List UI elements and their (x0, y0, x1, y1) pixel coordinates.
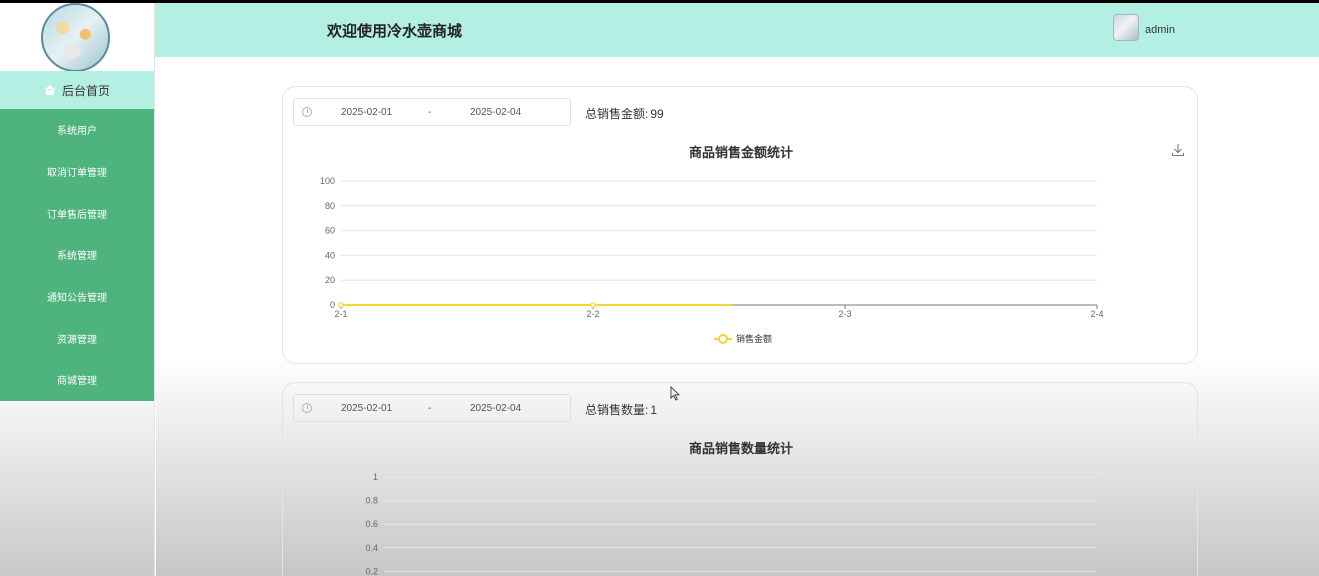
y-tick-label: 20 (325, 275, 335, 285)
y-tick-label: 1 (373, 472, 378, 482)
sidebar-item-resources[interactable]: 资源管理 (0, 317, 154, 359)
sidebar-item-announcements[interactable]: 通知公告管理 (0, 276, 154, 318)
sidebar: 后台首页 系统用户 取消订单管理 订单售后管理 系统管理 通知公告管理 资源管理… (0, 3, 155, 576)
sidebar-item-label: 资源管理 (57, 334, 97, 346)
top-header: 欢迎使用冷水壶商城 admin (155, 3, 1319, 57)
sales-amount-chart: 0204060801002-1 2-2 2-3 2-4销售金额 (320, 176, 1104, 344)
sidebar-item-label: 通知公告管理 (47, 293, 107, 305)
data-point (338, 302, 344, 308)
y-tick-label: 0.8 (365, 496, 378, 506)
sales-quantity-card: 2025-02-01 - 2025-02-04 总销售数量: 1 商品销售数量统计… (282, 382, 1198, 576)
sidebar-item-label: 系统管理 (57, 251, 97, 263)
page-title: 欢迎使用冷水壶商城 (327, 23, 463, 40)
sales-quantity-chart: 0.2 0.4 0.6 0.8 1 (365, 472, 1097, 576)
sidebar-item-system-users[interactable]: 系统用户 (0, 109, 154, 151)
avatar[interactable] (1113, 14, 1139, 41)
logo-area (0, 3, 154, 72)
site-logo (41, 3, 110, 72)
mouse-cursor-icon (670, 386, 680, 401)
sidebar-menu: 系统用户 取消订单管理 订单售后管理 系统管理 通知公告管理 资源管理 商城管理 (0, 109, 154, 401)
sidebar-item-cancel-orders[interactable]: 取消订单管理 (0, 151, 154, 193)
sidebar-item-system-management[interactable]: 系统管理 (0, 234, 154, 276)
y-tick-label: 0.4 (365, 543, 378, 553)
sales-amount-card: 2025-02-01 - 2025-02-04 总销售金额: 99 商品销售金额统… (282, 86, 1198, 364)
sidebar-item-home[interactable]: 后台首页 (0, 71, 154, 109)
x-tick-label: 2-2 (586, 309, 599, 319)
y-tick-label: 0.6 (365, 519, 378, 529)
username[interactable]: admin (1145, 24, 1175, 36)
y-tick-label: 40 (325, 250, 335, 260)
sidebar-item-after-sales[interactable]: 订单售后管理 (0, 192, 154, 234)
sidebar-item-label: 取消订单管理 (47, 168, 107, 180)
y-tick-label: 0.2 (365, 566, 378, 576)
y-tick-label: 60 (325, 226, 335, 236)
legend-label: 销售金额 (736, 333, 772, 344)
x-tick-label: 2-4 (1090, 309, 1103, 319)
sidebar-item-mall[interactable]: 商城管理 (0, 359, 154, 401)
data-point (590, 302, 596, 308)
sidebar-item-label: 订单售后管理 (47, 209, 107, 221)
sidebar-item-label: 商城管理 (57, 376, 97, 388)
y-tick-label: 100 (320, 176, 335, 186)
sidebar-item-label: 系统用户 (57, 126, 97, 138)
x-tick-label: 2-3 (838, 309, 851, 319)
sidebar-home-label: 后台首页 (61, 83, 110, 98)
legend-marker (718, 334, 728, 344)
home-icon (44, 84, 56, 95)
y-tick-label: 80 (325, 201, 335, 211)
x-tick-label: 2-1 (334, 309, 347, 319)
